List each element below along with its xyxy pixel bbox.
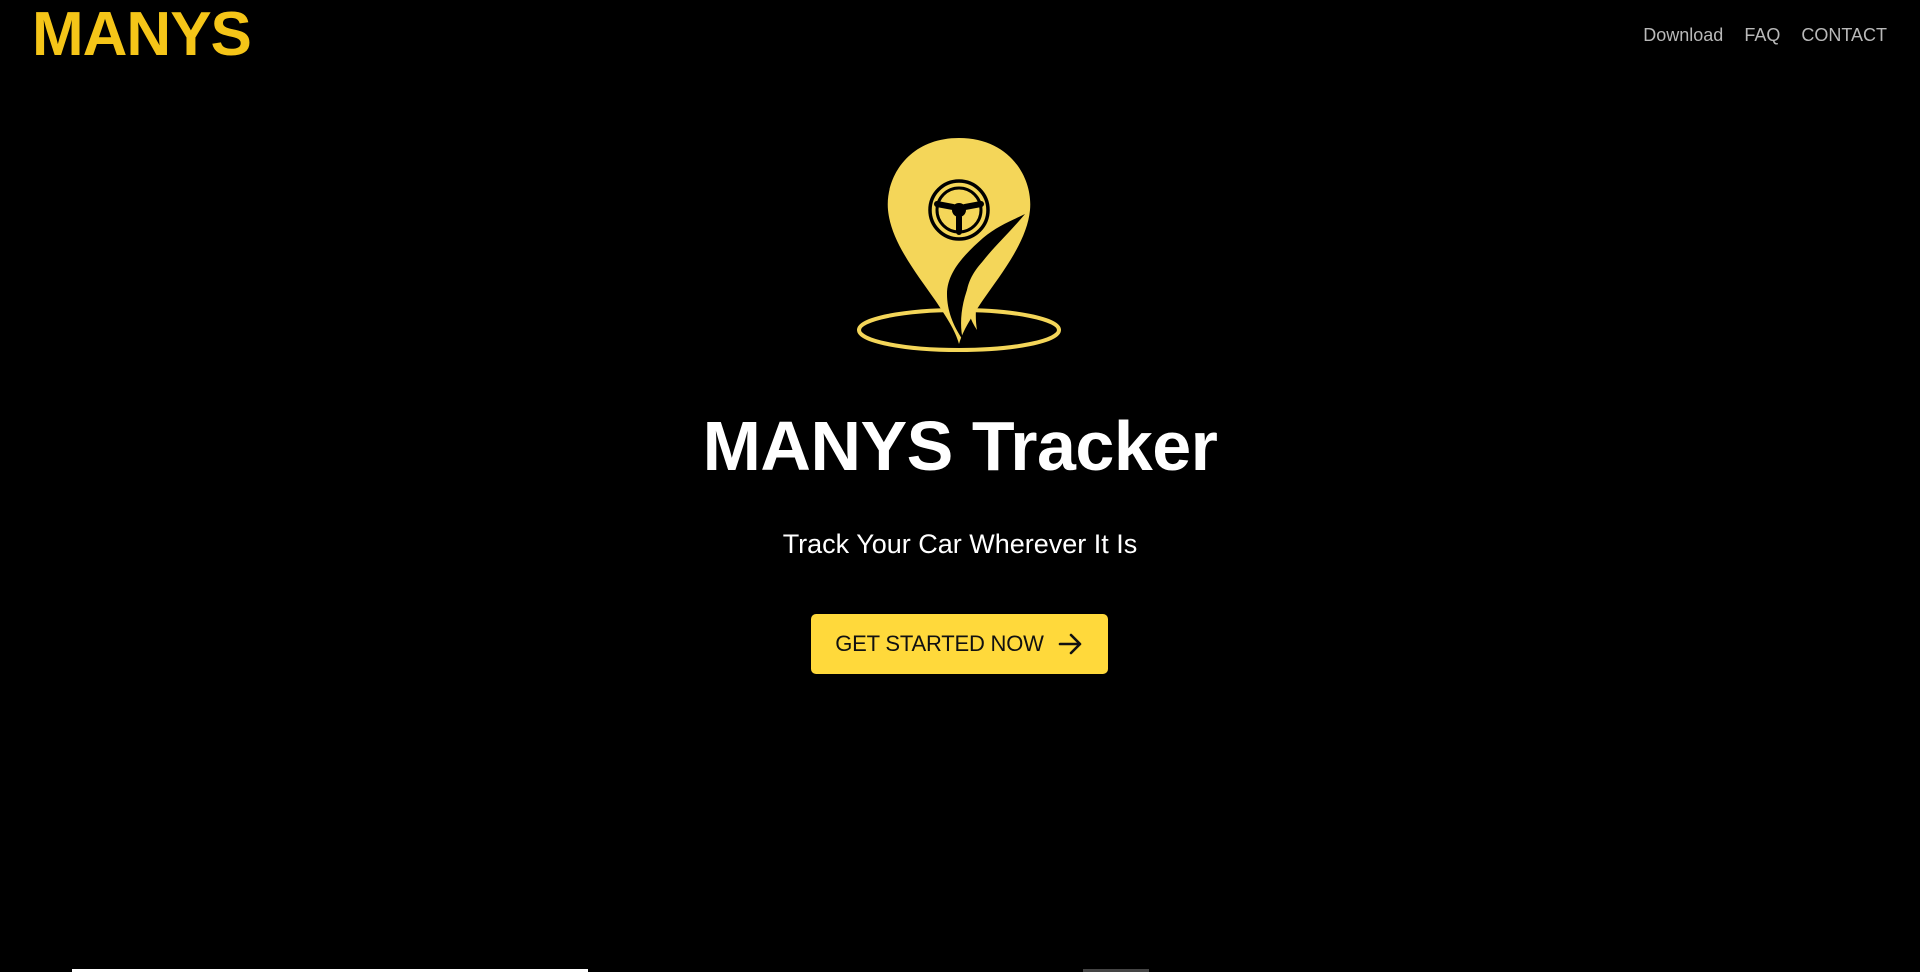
nav-link-faq[interactable]: FAQ xyxy=(1744,24,1780,46)
hero-title: MANYS Tracker xyxy=(702,407,1218,485)
hero-subtitle: Track Your Car Wherever It Is xyxy=(782,529,1138,559)
location-pin-steering-wheel-icon xyxy=(857,138,1061,352)
brand-logo-link[interactable]: MANYS xyxy=(32,0,252,70)
top-navbar: MANYS Download FAQ CONTACT xyxy=(0,0,1920,72)
landing-page: MANYS Download FAQ CONTACT MANYS Tracker… xyxy=(0,0,1920,972)
arrow-right-icon xyxy=(1058,633,1082,655)
get-started-label: GET STARTED NOW xyxy=(835,631,1044,656)
nav-link-contact[interactable]: CONTACT xyxy=(1801,24,1887,46)
get-started-button[interactable]: GET STARTED NOW xyxy=(811,614,1108,674)
nav-link-download[interactable]: Download xyxy=(1643,24,1723,46)
nav-links: Download FAQ CONTACT xyxy=(1643,24,1887,46)
